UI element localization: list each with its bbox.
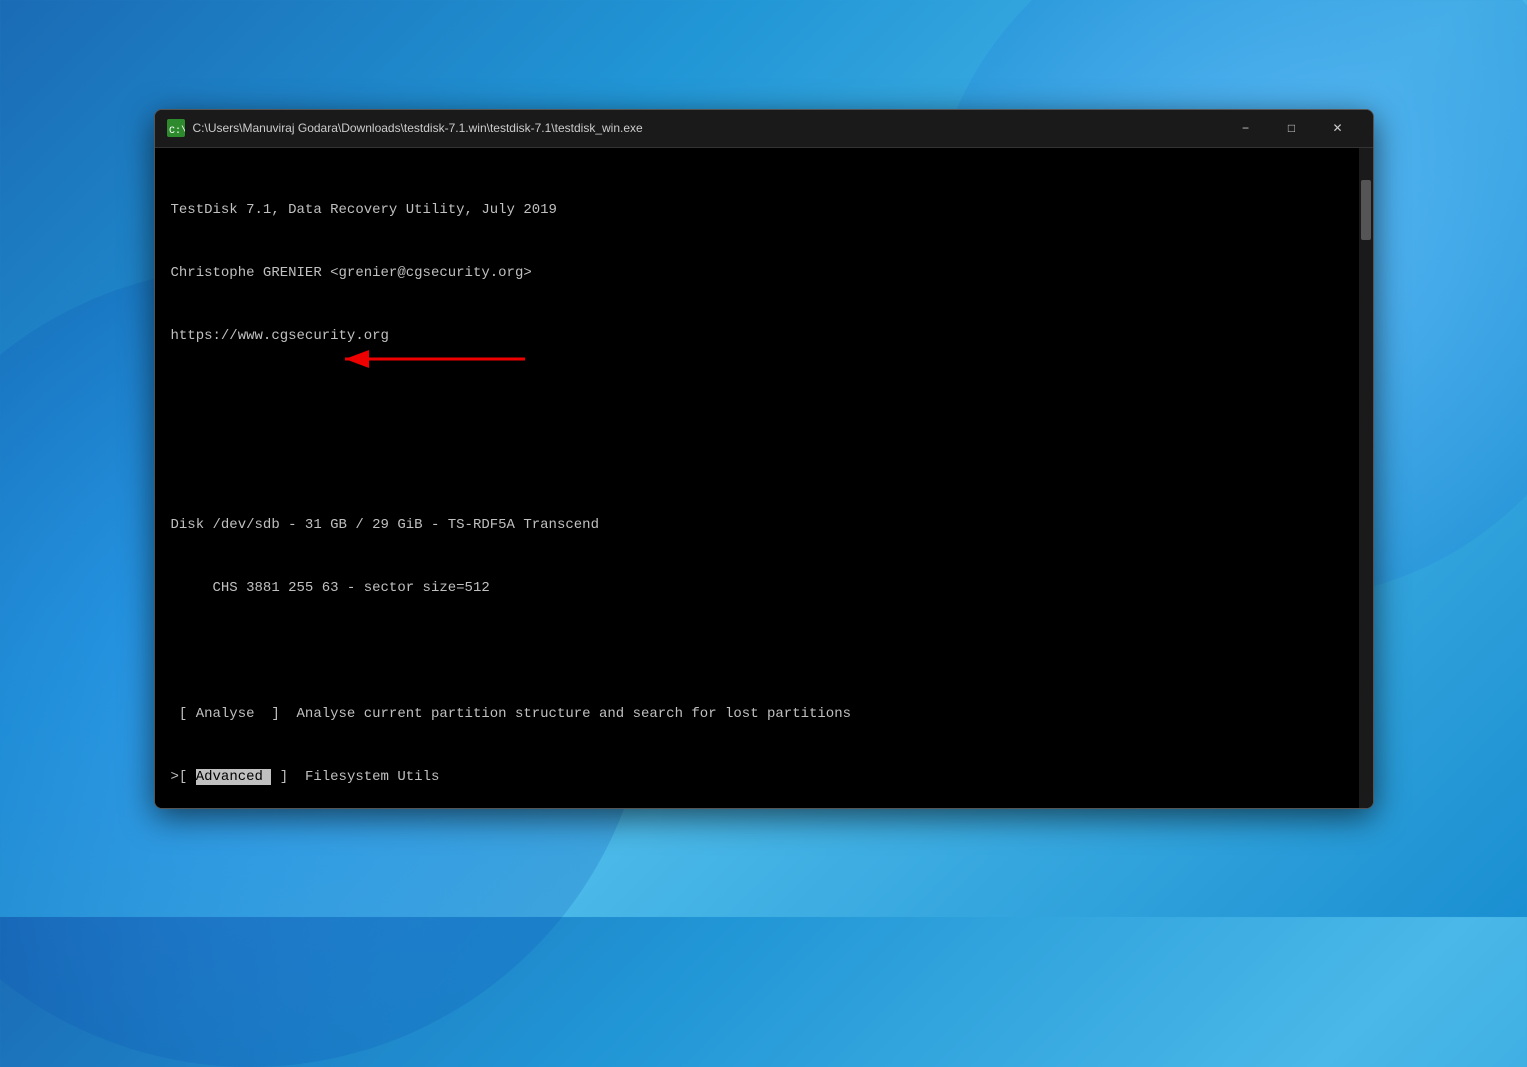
scrollbar[interactable] (1359, 148, 1373, 808)
terminal-blank-1 (171, 641, 1357, 662)
window-controls: − □ ✕ (1223, 109, 1361, 147)
menu-advanced-line[interactable]: >[ Advanced ] Filesystem Utils (171, 767, 1357, 788)
window-title: C:\Users\Manuviraj Godara\Downloads\test… (193, 121, 1223, 135)
terminal-line-1: TestDisk 7.1, Data Recovery Utility, Jul… (171, 200, 1357, 221)
advanced-selected[interactable]: Advanced (196, 769, 272, 785)
svg-text:C:\: C:\ (169, 125, 185, 137)
maximize-button[interactable]: □ (1269, 109, 1315, 147)
app-icon: C:\ (167, 119, 185, 137)
terminal-line-4 (171, 389, 1357, 410)
terminal-body: TestDisk 7.1, Data Recovery Utility, Jul… (155, 148, 1373, 808)
terminal-content: TestDisk 7.1, Data Recovery Utility, Jul… (171, 158, 1357, 808)
terminal-line-3: https://www.cgsecurity.org (171, 326, 1357, 347)
terminal-window: C:\ C:\Users\Manuviraj Godara\Downloads\… (154, 109, 1374, 809)
terminal-line-2: Christophe GRENIER <grenier@cgsecurity.o… (171, 263, 1357, 284)
menu-analyse-line[interactable]: [ Analyse ] Analyse current partition st… (171, 704, 1357, 725)
terminal-disk-info: Disk /dev/sdb - 31 GB / 29 GiB - TS-RDF5… (171, 515, 1357, 536)
scrollbar-thumb[interactable] (1361, 180, 1371, 240)
titlebar: C:\ C:\Users\Manuviraj Godara\Downloads\… (155, 110, 1373, 148)
terminal-chs-info: CHS 3881 255 63 - sector size=512 (171, 578, 1357, 599)
close-button[interactable]: ✕ (1315, 109, 1361, 147)
minimize-button[interactable]: − (1223, 109, 1269, 147)
terminal-line-5 (171, 452, 1357, 473)
